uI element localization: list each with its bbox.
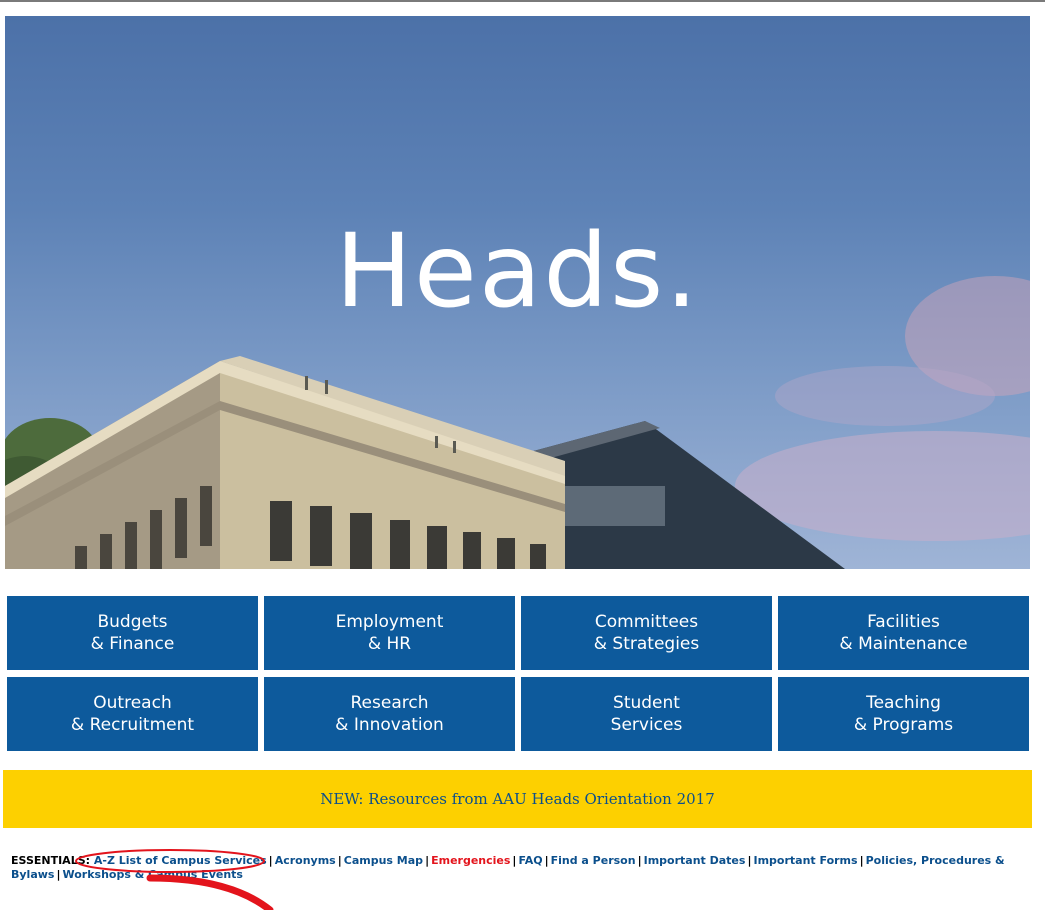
tile-research-innovation[interactable]: Research & Innovation [264, 677, 515, 751]
link-faq[interactable]: FAQ [518, 854, 542, 867]
orientation-resources-banner[interactable]: NEW: Resources from AAU Heads Orientatio… [3, 770, 1032, 828]
tile-label-line2: Services [610, 715, 683, 735]
link-emergencies[interactable]: Emergencies [431, 854, 510, 867]
tile-label-line1: Student [613, 693, 680, 713]
tile-label-line2: & Strategies [593, 634, 700, 654]
link-acronyms[interactable]: Acronyms [275, 854, 336, 867]
essentials-label: ESSENTIALS: [11, 854, 91, 867]
tile-label-line2: & HR [367, 634, 412, 654]
link-separator: | [637, 854, 642, 867]
tile-label-line1: Outreach [93, 693, 172, 713]
tile-label-line1: Teaching [866, 693, 941, 713]
tile-employment-hr[interactable]: Employment & HR [264, 596, 515, 670]
hero-banner: Heads. [5, 16, 1030, 569]
tile-student-services[interactable]: Student Services [521, 677, 772, 751]
link-important-forms[interactable]: Important Forms [753, 854, 857, 867]
tile-teaching-programs[interactable]: Teaching & Programs [778, 677, 1029, 751]
link-separator: | [544, 854, 549, 867]
tile-label-line1: Facilities [867, 612, 940, 632]
tile-budgets-finance[interactable]: Budgets & Finance [7, 596, 258, 670]
link-workshops-campus-events[interactable]: Workshops & Campus Events [63, 868, 243, 881]
tile-outreach-recruitment[interactable]: Outreach & Recruitment [7, 677, 258, 751]
tile-facilities-maintenance[interactable]: Facilities & Maintenance [778, 596, 1029, 670]
link-a-z-campus-services[interactable]: A-Z List of Campus Services [94, 854, 267, 867]
tile-committees-strategies[interactable]: Committees & Strategies [521, 596, 772, 670]
link-separator: | [56, 868, 61, 881]
link-separator: | [859, 854, 864, 867]
link-separator: | [337, 854, 342, 867]
tile-label-line1: Committees [594, 612, 699, 632]
link-separator: | [268, 854, 273, 867]
tile-label-line2: & Finance [90, 634, 175, 654]
tile-label-line2: & Recruitment [70, 715, 195, 735]
essentials-links: ESSENTIALS: A-Z List of Campus Services |… [11, 854, 1031, 882]
tile-label-line1: Employment [335, 612, 444, 632]
tile-label-line1: Research [350, 693, 429, 713]
category-tiles: Budgets & Finance Employment & HR Commit… [7, 596, 1029, 751]
tile-label-line2: & Programs [853, 715, 954, 735]
banner-text: NEW: Resources from AAU Heads Orientatio… [320, 790, 715, 808]
link-find-a-person[interactable]: Find a Person [551, 854, 636, 867]
window-top-border [0, 0, 1045, 2]
tile-label-line1: Budgets [97, 612, 168, 632]
link-important-dates[interactable]: Important Dates [644, 854, 746, 867]
link-campus-map[interactable]: Campus Map [344, 854, 423, 867]
hero-title: Heads. [335, 212, 700, 331]
annotation-arrow [146, 874, 274, 910]
link-separator: | [425, 854, 430, 867]
tile-label-line2: & Maintenance [839, 634, 968, 654]
tile-label-line2: & Innovation [335, 715, 444, 735]
